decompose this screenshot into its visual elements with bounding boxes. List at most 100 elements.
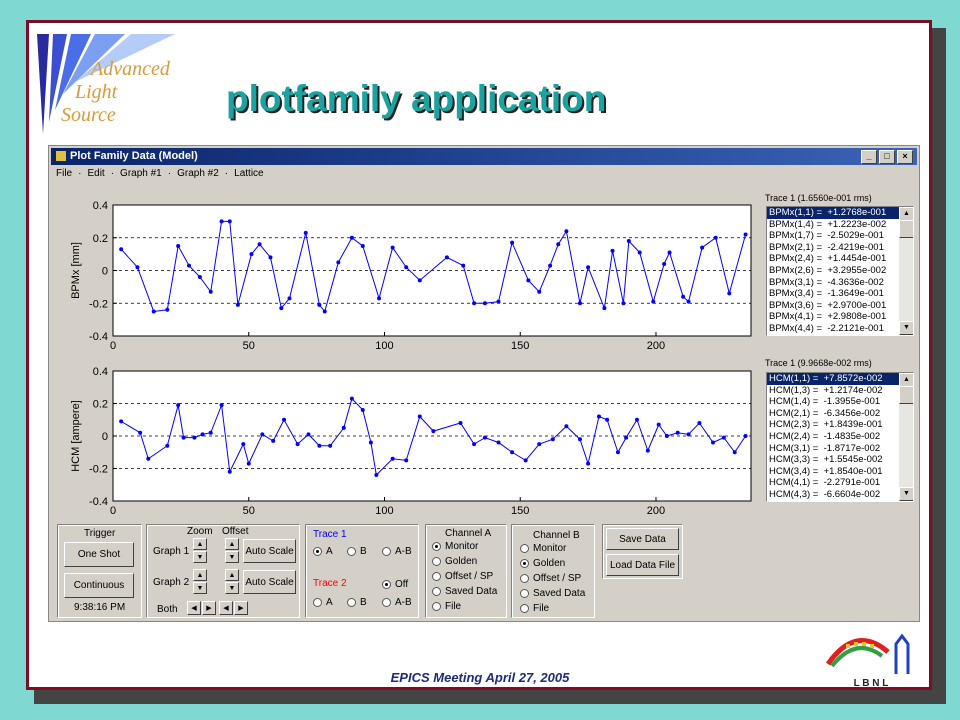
trace1-radio-a-b[interactable]: A-B bbox=[382, 546, 412, 557]
chart2-data-point bbox=[577, 437, 582, 442]
chart2-xtick-label: 150 bbox=[511, 505, 529, 517]
radio-label: A-B bbox=[395, 546, 412, 557]
channel-b-radio-monitor[interactable]: Monitor bbox=[520, 543, 566, 554]
graph1-list-scrollbar[interactable]: ▲ ▼ bbox=[899, 207, 913, 335]
radio-dot-icon bbox=[432, 542, 441, 551]
graph2-list-item[interactable]: HCM(4,3) = -6.6604e-002 bbox=[767, 489, 913, 501]
radio-dot-icon bbox=[520, 589, 529, 598]
graph1-offset-up-icon[interactable]: ▲ bbox=[225, 538, 239, 550]
chart2-data-point bbox=[675, 430, 680, 435]
scroll-down-icon[interactable]: ▼ bbox=[899, 487, 913, 501]
radio-label: Golden bbox=[533, 558, 566, 569]
channel-a-radio-golden[interactable]: Golden bbox=[432, 556, 477, 567]
scroll-up-icon[interactable]: ▲ bbox=[899, 373, 913, 387]
chart1-data-point bbox=[268, 255, 273, 260]
chart1-data-point bbox=[667, 250, 672, 255]
graph2-offset-up-icon[interactable]: ▲ bbox=[225, 569, 239, 581]
scroll-up-icon[interactable]: ▲ bbox=[899, 207, 913, 221]
graph2-list-item[interactable]: HCM(2,3) = +1.8439e-001 bbox=[767, 419, 913, 431]
scroll-thumb[interactable] bbox=[899, 220, 913, 238]
save-data-button[interactable]: Save Data bbox=[606, 528, 679, 550]
chart1-data-point bbox=[496, 299, 501, 304]
trace1-radio-b[interactable]: B bbox=[347, 546, 367, 557]
slide-footer: EPICS Meeting April 27, 2005 bbox=[390, 670, 570, 685]
graph2-list-item[interactable]: HCM(3,4) = +1.8540e-001 bbox=[767, 466, 913, 478]
graph2-list-item[interactable]: HCM(3,1) = -1.8717e-002 bbox=[767, 443, 913, 455]
channel-b-radio-file[interactable]: File bbox=[520, 603, 549, 614]
chart1-data-point bbox=[482, 301, 487, 306]
chart1-data-point bbox=[257, 242, 262, 247]
trace2-radio-a[interactable]: A bbox=[313, 597, 333, 608]
graph1-zoom-up-icon[interactable]: ▲ bbox=[193, 538, 207, 550]
channel-a-radio-offset-sp[interactable]: Offset / SP bbox=[432, 571, 493, 582]
graph1-value-list[interactable]: BPMx(1,1) = +1.2768e-001 BPMx(1,4) = +1.2… bbox=[766, 206, 914, 336]
graph2-offset-down-icon[interactable]: ▼ bbox=[225, 582, 239, 594]
chart2-data-point bbox=[550, 437, 555, 442]
graph2-list-item[interactable]: HCM(1,3) = +1.2174e-002 bbox=[767, 385, 913, 397]
trace2-off-radio[interactable]: Off bbox=[382, 579, 408, 590]
graph1-list-item[interactable]: BPMx(2,1) = -2.4219e-001 bbox=[767, 242, 913, 254]
graph1-list-item[interactable]: BPMx(4,1) = +2.9808e-001 bbox=[767, 311, 913, 323]
chart2-data-point bbox=[564, 424, 569, 429]
channel-a-radio-monitor[interactable]: Monitor bbox=[432, 541, 478, 552]
data-panel: Save Data Load Data File bbox=[602, 524, 683, 579]
both-offset-right-icon[interactable]: ▶ bbox=[234, 601, 248, 615]
graph1-list-item[interactable]: BPMx(3,4) = -1.3649e-001 bbox=[767, 288, 913, 300]
chart2-data-point bbox=[176, 403, 181, 408]
close-button[interactable]: × bbox=[897, 150, 913, 164]
load-data-file-button[interactable]: Load Data File bbox=[606, 554, 679, 576]
both-offset-left-icon[interactable]: ◀ bbox=[219, 601, 233, 615]
graph1-offset-down-icon[interactable]: ▼ bbox=[225, 551, 239, 563]
graph1-zoom-down-icon[interactable]: ▼ bbox=[193, 551, 207, 563]
chart2-xtick-label: 100 bbox=[375, 505, 393, 517]
graph1-list-item[interactable]: BPMx(1,4) = +1.2223e-002 bbox=[767, 219, 913, 231]
radio-label: Saved Data bbox=[533, 588, 586, 599]
channel-b-radio-saved-data[interactable]: Saved Data bbox=[520, 588, 585, 599]
scroll-thumb[interactable] bbox=[899, 386, 913, 404]
graph2-zoom-down-icon[interactable]: ▼ bbox=[193, 582, 207, 594]
graph1-list-item[interactable]: BPMx(3,1) = -4.3636e-002 bbox=[767, 277, 913, 289]
chart2-data-point bbox=[458, 421, 463, 425]
channel-a-radio-saved-data[interactable]: Saved Data bbox=[432, 586, 497, 597]
graph1-list-item[interactable]: BPMx(2,6) = +3.2955e-002 bbox=[767, 265, 913, 277]
channel-a-radio-file[interactable]: File bbox=[432, 601, 461, 612]
trace2-radio-b[interactable]: B bbox=[347, 597, 367, 608]
graph2-list-item[interactable]: HCM(1,4) = -1.3955e-001 bbox=[767, 396, 913, 408]
graph2-list-scrollbar[interactable]: ▲ ▼ bbox=[899, 373, 913, 501]
graph1-list-item[interactable]: BPMx(1,7) = -2.5029e-001 bbox=[767, 230, 913, 242]
graph2-auto-scale-button[interactable]: Auto Scale bbox=[243, 570, 296, 594]
both-zoom-out-icon[interactable]: ▶ bbox=[202, 601, 216, 615]
trace2-radio-a-b[interactable]: A-B bbox=[382, 597, 412, 608]
chart2-data-point bbox=[721, 435, 726, 440]
graph2-list-item[interactable]: HCM(1,1) = +7.8572e-002 bbox=[767, 373, 913, 385]
channel-b-radio-golden[interactable]: Golden bbox=[520, 558, 565, 569]
chart1-xtick-label: 100 bbox=[375, 340, 393, 352]
radio-label: B bbox=[360, 546, 367, 557]
graph2-list-item[interactable]: HCM(2,1) = -6.3456e-002 bbox=[767, 408, 913, 420]
channel-b-radio-offset-sp[interactable]: Offset / SP bbox=[520, 573, 581, 584]
graph2-zoom-up-icon[interactable]: ▲ bbox=[193, 569, 207, 581]
minimize-button[interactable]: _ bbox=[861, 150, 877, 164]
scroll-down-icon[interactable]: ▼ bbox=[899, 321, 913, 335]
continuous-button[interactable]: Continuous bbox=[64, 573, 134, 598]
graph1-list-item[interactable]: BPMx(4,4) = -2.2121e-001 bbox=[767, 323, 913, 335]
chart2-data-point bbox=[200, 432, 205, 437]
both-zoom-in-icon[interactable]: ◀ bbox=[187, 601, 201, 615]
graph1-list-item[interactable]: BPMx(2,4) = +1.4454e-001 bbox=[767, 253, 913, 265]
graph2-value-list[interactable]: HCM(1,1) = +7.8572e-002 HCM(1,3) = +1.217… bbox=[766, 372, 914, 502]
graph2-list-item[interactable]: HCM(2,4) = -1.4835e-002 bbox=[767, 431, 913, 443]
chart2-data-point bbox=[615, 450, 620, 455]
graph1-list-item[interactable]: BPMx(1,1) = +1.2768e-001 bbox=[767, 207, 913, 219]
graph1-auto-scale-button[interactable]: Auto Scale bbox=[243, 539, 296, 563]
graph2-list-item[interactable]: HCM(4,1) = -2.2791e-001 bbox=[767, 477, 913, 489]
radio-dot-icon bbox=[347, 547, 356, 556]
chart1-data-point bbox=[548, 263, 553, 268]
maximize-button[interactable]: □ bbox=[879, 150, 895, 164]
chart1-data-point bbox=[444, 255, 449, 260]
one-shot-button[interactable]: One Shot bbox=[64, 542, 134, 567]
chart2-data-point bbox=[271, 438, 276, 443]
trace1-radio-a[interactable]: A bbox=[313, 546, 333, 557]
graph1-list-item[interactable]: BPMx(3,6) = +2.9700e-001 bbox=[767, 300, 913, 312]
chart2-data-point bbox=[472, 442, 477, 447]
graph2-list-item[interactable]: HCM(3,3) = +1.5545e-002 bbox=[767, 454, 913, 466]
